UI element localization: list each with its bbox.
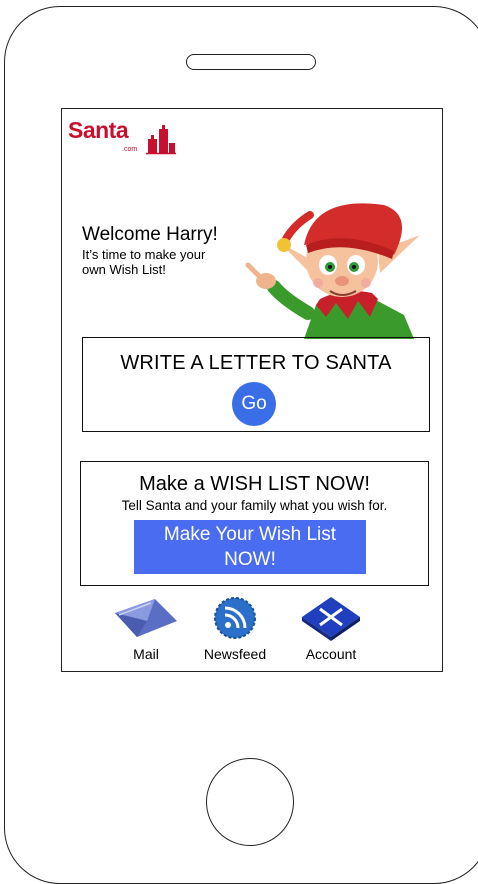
account-tools-icon xyxy=(302,597,360,641)
wish-list-subtitle: Tell Santa and your family what you wish… xyxy=(121,498,388,513)
go-button[interactable]: Go xyxy=(232,382,276,426)
nav-mail[interactable]: Mail xyxy=(110,595,182,662)
rss-icon xyxy=(214,597,256,639)
phone-speaker xyxy=(186,54,316,70)
app-screen: Santa .com Welcome Harry! It’s time to m… xyxy=(61,108,443,672)
mail-icon xyxy=(115,599,177,637)
elf-illustration xyxy=(245,203,420,339)
write-letter-title: WRITE A LETTER TO SANTA xyxy=(120,352,392,374)
santa-logo[interactable]: Santa .com xyxy=(68,117,176,155)
nav-account-label: Account xyxy=(305,646,357,662)
nav-account[interactable]: Account xyxy=(294,593,368,662)
nav-newsfeed-label: Newsfeed xyxy=(203,646,267,662)
home-button[interactable] xyxy=(206,758,294,846)
wish-list-card: Make a WISH LIST NOW! Tell Santa and you… xyxy=(80,461,429,586)
make-wish-list-label-line1: Make Your Wish List xyxy=(163,524,337,545)
gift-icon xyxy=(146,125,176,155)
make-wish-list-label-line2: NOW! xyxy=(224,549,276,570)
welcome-subtitle-line1: It’s time to make your xyxy=(82,247,206,262)
write-letter-card: WRITE A LETTER TO SANTA Go xyxy=(82,337,430,432)
logo-subtext: .com xyxy=(122,146,138,153)
welcome-subtitle-line2: own Wish List! xyxy=(82,262,166,277)
nav-mail-label: Mail xyxy=(133,646,159,662)
welcome-message: Welcome Harry! It’s time to make your ow… xyxy=(82,223,252,277)
make-wish-list-button[interactable]: Make Your Wish List NOW! xyxy=(134,520,366,574)
wish-list-title: Make a WISH LIST NOW! xyxy=(139,473,370,495)
logo-text: Santa xyxy=(68,117,129,143)
welcome-title: Welcome Harry! xyxy=(82,224,218,245)
nav-newsfeed[interactable]: Newsfeed xyxy=(202,595,268,662)
